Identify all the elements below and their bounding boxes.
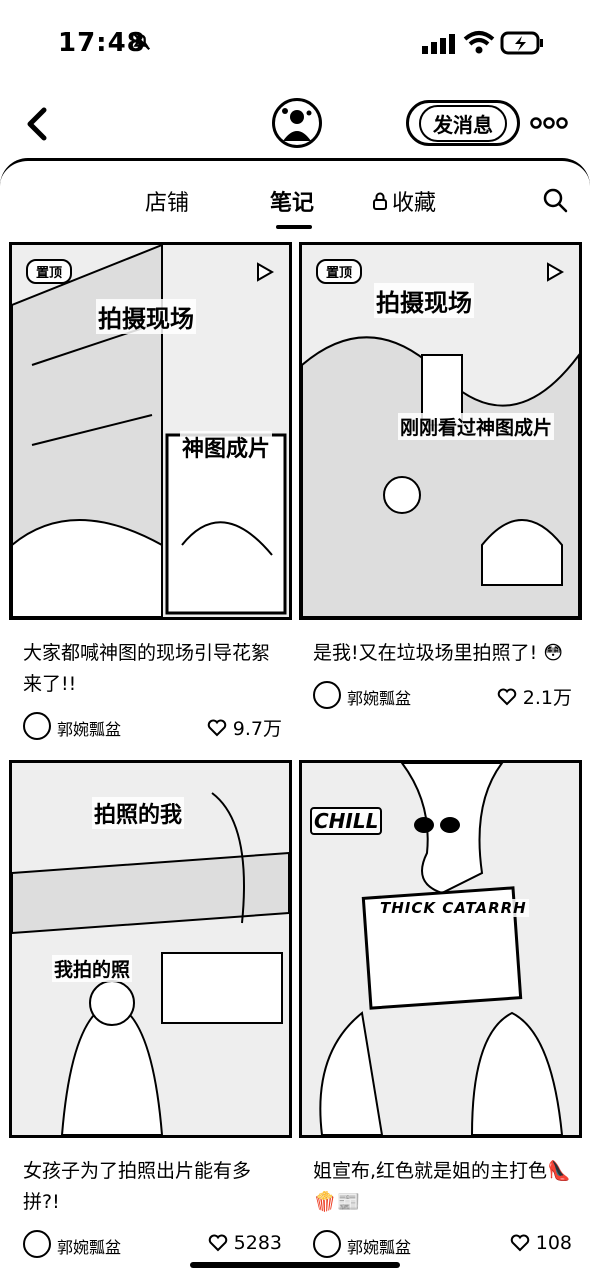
profile-avatar[interactable]	[272, 98, 322, 148]
active-tab-indicator	[276, 225, 312, 229]
note-cover-image[interactable]: 拍照的我 我拍的照	[9, 760, 292, 1138]
author-avatar[interactable]	[23, 1230, 51, 1258]
home-indicator[interactable]	[190, 1262, 400, 1268]
search-icon[interactable]	[542, 187, 568, 213]
author-name[interactable]: 郭婉瓢盆	[57, 1234, 121, 1258]
like-count[interactable]: 108	[510, 1232, 572, 1254]
note-card[interactable]: 拍照的我 我拍的照 女孩子为了拍照出片能有多拼?! 郭婉瓢盆 5283	[9, 760, 292, 1262]
top-nav: 发消息	[0, 90, 590, 160]
like-count[interactable]: 9.7万	[207, 714, 282, 741]
note-card[interactable]: 置顶 拍摄现场 刚刚看过神图成片 是我!又在垃圾场里拍照了! 😳 郭婉瓢盆 2.…	[299, 242, 582, 713]
video-play-icon	[257, 262, 275, 282]
author-avatar[interactable]	[313, 681, 341, 709]
like-count-value: 9.7万	[232, 718, 282, 740]
note-title[interactable]: 女孩子为了拍照出片能有多拼?!	[9, 1156, 292, 1218]
heart-icon	[207, 719, 227, 736]
heart-icon	[208, 1234, 227, 1252]
cover-text-2: 神图成片	[180, 431, 273, 463]
more-options-icon[interactable]	[530, 116, 568, 130]
cover-text-2: 我拍的照	[52, 955, 133, 982]
like-count[interactable]: 5283	[208, 1232, 282, 1254]
like-count-value: 2.1万	[522, 687, 572, 709]
cover-text-2: 刚刚看过神图成片	[398, 413, 555, 440]
note-title[interactable]: 姐宣布,红色就是姐的主打色👠🍿📰	[299, 1156, 582, 1218]
lock-icon	[373, 192, 387, 210]
note-title[interactable]: 是我!又在垃圾场里拍照了! 😳	[299, 638, 582, 669]
tab-notes[interactable]: 笔记	[270, 185, 314, 217]
cover-text-2: THICK CATARRH	[378, 899, 529, 917]
tab-shop[interactable]: 店铺	[145, 185, 189, 217]
author-name[interactable]: 郭婉瓢盆	[57, 716, 121, 740]
note-card[interactable]: CHILL THICK CATARRH 姐宣布,红色就是姐的主打色👠🍿📰 郭婉瓢…	[299, 760, 582, 1262]
note-cover-image[interactable]: CHILL THICK CATARRH	[299, 760, 582, 1138]
note-cover-image[interactable]: 置顶 拍摄现场 神图成片	[9, 242, 292, 620]
heart-icon	[497, 688, 517, 705]
author-avatar[interactable]	[313, 1230, 341, 1258]
signal-icon	[422, 34, 455, 54]
cover-text-1: 拍摄现场	[374, 283, 474, 318]
pinned-badge: 置顶	[316, 259, 363, 284]
like-count-value: 5283	[233, 1232, 282, 1254]
cover-text-1: 拍摄现场	[96, 299, 196, 334]
pinned-badge: 置顶	[26, 259, 73, 284]
wifi-icon	[463, 31, 495, 54]
video-play-icon	[547, 262, 565, 282]
send-message-label: 发消息	[419, 104, 507, 142]
cover-text-1: 拍照的我	[92, 797, 185, 829]
heart-icon	[510, 1234, 529, 1252]
note-meta: 郭婉瓢盆 108	[299, 1228, 582, 1262]
avatar-figure-icon	[282, 108, 312, 141]
note-meta: 郭婉瓢盆 5283	[9, 1228, 292, 1262]
status-bar: 17:48	[0, 0, 590, 80]
like-count[interactable]: 2.1万	[497, 683, 572, 710]
send-message-button[interactable]: 发消息	[406, 100, 520, 146]
mute-bell-icon	[131, 31, 151, 51]
battery-charging-icon	[500, 31, 543, 55]
author-name[interactable]: 郭婉瓢盆	[347, 685, 411, 709]
author-avatar[interactable]	[23, 712, 51, 740]
back-arrow-icon[interactable]	[20, 104, 56, 144]
note-card[interactable]: 置顶 拍摄现场 神图成片 大家都喊神图的现场引导花絮来了!! 郭婉瓢盆 9.7万	[9, 242, 292, 744]
note-title[interactable]: 大家都喊神图的现场引导花絮来了!!	[9, 638, 292, 700]
tab-favorites[interactable]: 收藏	[372, 185, 436, 217]
note-cover-image[interactable]: 置顶 拍摄现场 刚刚看过神图成片	[299, 242, 582, 620]
note-meta: 郭婉瓢盆 9.7万	[9, 710, 292, 744]
author-name[interactable]: 郭婉瓢盆	[347, 1234, 411, 1258]
tab-favorites-label: 收藏	[392, 191, 437, 216]
cover-text-1: CHILL	[310, 807, 383, 835]
note-meta: 郭婉瓢盆 2.1万	[299, 679, 582, 713]
tab-bar: 店铺 笔记 收藏	[0, 181, 590, 231]
like-count-value: 108	[535, 1232, 572, 1254]
